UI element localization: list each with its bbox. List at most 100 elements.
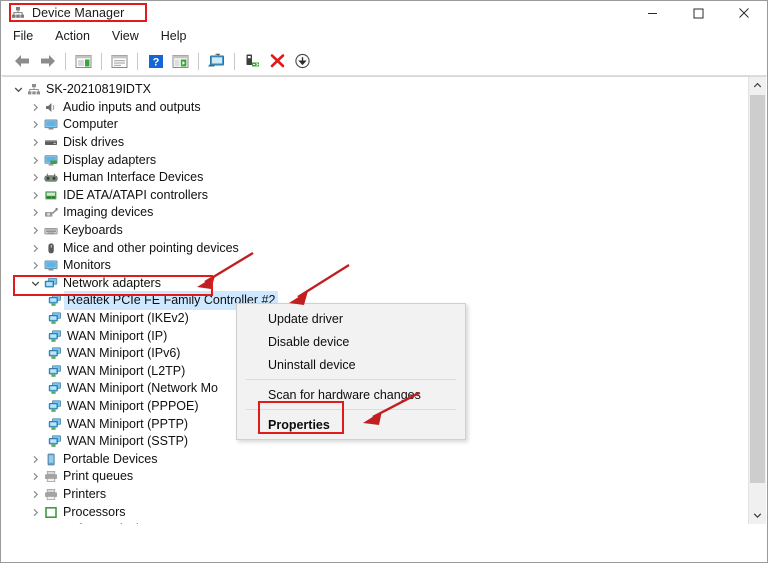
tree-item-label: Processors [63, 504, 126, 519]
network-adapter-icon [42, 277, 59, 290]
tree-item-monitors[interactable]: Monitors [2, 257, 749, 275]
tree-item-imaging-devices[interactable]: Imaging devices [2, 204, 749, 222]
network-device-icon [46, 417, 63, 431]
tree-item-hid[interactable]: Human Interface Devices [2, 169, 749, 187]
tree-item-printers[interactable]: Printers [2, 486, 749, 504]
chevron-right-icon[interactable] [28, 508, 42, 517]
chevron-right-icon[interactable] [28, 244, 42, 253]
menu-view[interactable]: View [110, 28, 141, 44]
chevron-right-icon[interactable] [28, 208, 42, 217]
chevron-right-icon[interactable] [28, 261, 42, 270]
tree-item-label: WAN Miniport (Network Mo [67, 381, 218, 396]
update-driver-icon[interactable] [168, 49, 193, 73]
chevron-right-icon[interactable] [28, 226, 42, 235]
menu-action[interactable]: Action [53, 28, 92, 44]
scrollbar-thumb[interactable] [750, 95, 765, 483]
tree-item-label: WAN Miniport (PPPOE) [67, 398, 199, 413]
keyboard-icon [42, 224, 59, 237]
scroll-up-button[interactable] [749, 77, 766, 94]
computer-root-icon [25, 83, 42, 97]
back-arrow-icon[interactable] [10, 49, 35, 73]
tree-item-label: Audio inputs and outputs [63, 99, 201, 114]
tree-item-processors[interactable]: Processors [2, 503, 749, 521]
chevron-right-icon[interactable] [28, 191, 42, 200]
tree-item-label: Mice and other pointing devices [63, 240, 239, 255]
chevron-right-icon[interactable] [28, 455, 42, 464]
disk-icon [42, 136, 59, 149]
tree-item-label: Print queues [63, 469, 134, 484]
printer-icon [42, 488, 59, 501]
tree-item-label: Keyboards [63, 223, 123, 238]
speaker-icon [42, 101, 59, 114]
network-device-icon [46, 294, 63, 307]
context-menu-separator [246, 379, 456, 380]
disable-device-icon[interactable] [240, 49, 265, 73]
tree-item-computer[interactable]: Computer [2, 116, 749, 134]
context-menu-uninstall-device[interactable]: Uninstall device [237, 353, 465, 376]
show-hidden-devices-icon[interactable] [107, 49, 132, 73]
tree-item-keyboards[interactable]: Keyboards [2, 222, 749, 240]
vertical-scrollbar[interactable] [748, 77, 766, 524]
tree-item-mice[interactable]: Mice and other pointing devices [2, 239, 749, 257]
tree-item-label: WAN Miniport (IPv6) [67, 346, 181, 361]
scroll-down-button[interactable] [749, 507, 766, 524]
close-button[interactable] [721, 1, 767, 25]
chevron-right-icon[interactable] [28, 156, 42, 165]
maximize-button[interactable] [675, 1, 721, 25]
tree-item-label: WAN Miniport (SSTP) [67, 434, 189, 449]
camera-icon [42, 206, 59, 219]
tree-item-print-queues[interactable]: Print queues [2, 468, 749, 486]
tree-item-label: Imaging devices [63, 205, 154, 220]
tree-item-label: Network adapters [63, 275, 161, 290]
window-title: Device Manager [32, 6, 125, 20]
minimize-button[interactable] [629, 1, 675, 25]
uninstall-device-icon[interactable] [265, 49, 290, 73]
tree-item-label: Disk drives [63, 135, 125, 150]
context-menu-properties[interactable]: Properties [237, 413, 465, 436]
tree-item-portable-devices[interactable]: Portable Devices [2, 450, 749, 468]
tree-item-label: Human Interface Devices [63, 170, 204, 185]
menu-file[interactable]: File [11, 28, 35, 44]
context-menu-disable-device[interactable]: Disable device [237, 330, 465, 353]
context-menu-separator [246, 409, 456, 410]
chevron-right-icon[interactable] [28, 472, 42, 481]
network-device-icon [46, 347, 63, 360]
toolbar-separator [65, 52, 66, 70]
tree-item-label: Monitors [63, 258, 111, 273]
chevron-right-icon[interactable] [28, 138, 42, 147]
forward-arrow-icon[interactable] [35, 49, 60, 73]
menu-help[interactable]: Help [159, 28, 189, 44]
display-adapter-icon [42, 154, 59, 167]
title-bar: Device Manager [1, 1, 767, 25]
install-legacy-icon[interactable] [290, 49, 315, 73]
tree-item-disk-drives[interactable]: Disk drives [2, 134, 749, 152]
toolbar-separator [234, 52, 235, 70]
menu-bar: File Action View Help [1, 25, 767, 47]
chevron-down-icon[interactable] [11, 85, 25, 94]
tree-root-node[interactable]: SK-20210819IDTX [2, 81, 749, 99]
chevron-right-icon[interactable] [28, 173, 42, 182]
help-icon[interactable]: ? [143, 49, 168, 73]
tree-item-label: Software devices [63, 521, 158, 524]
chevron-right-icon[interactable] [28, 103, 42, 112]
context-menu-update-driver[interactable]: Update driver [237, 307, 465, 330]
processor-icon [42, 506, 59, 519]
tree-item-network-adapters[interactable]: Network adapters [2, 275, 749, 293]
device-manager-window: Device Manager File Action View Help ? S… [0, 0, 768, 563]
chevron-right-icon[interactable] [28, 120, 42, 129]
toolbar-separator [137, 52, 138, 70]
properties-window-icon[interactable] [71, 49, 96, 73]
tree-item-label: WAN Miniport (IKEv2) [67, 311, 189, 326]
scan-hardware-icon[interactable] [204, 49, 229, 73]
chevron-right-icon[interactable] [28, 490, 42, 499]
tree-item-display-adapters[interactable]: Display adapters [2, 151, 749, 169]
tree-root-label: SK-20210819IDTX [46, 82, 151, 97]
tree-item-software-devices[interactable]: Software devices [2, 521, 749, 524]
context-menu-scan-hardware[interactable]: Scan for hardware changes [237, 383, 465, 406]
chevron-down-icon[interactable] [28, 279, 42, 288]
tree-item-label: Printers [63, 486, 107, 501]
tree-item-audio[interactable]: Audio inputs and outputs [2, 99, 749, 117]
tree-item-label: IDE ATA/ATAPI controllers [63, 187, 208, 202]
tree-item-ide-controllers[interactable]: IDE ATA/ATAPI controllers [2, 187, 749, 205]
toolbar: ? [1, 47, 767, 76]
